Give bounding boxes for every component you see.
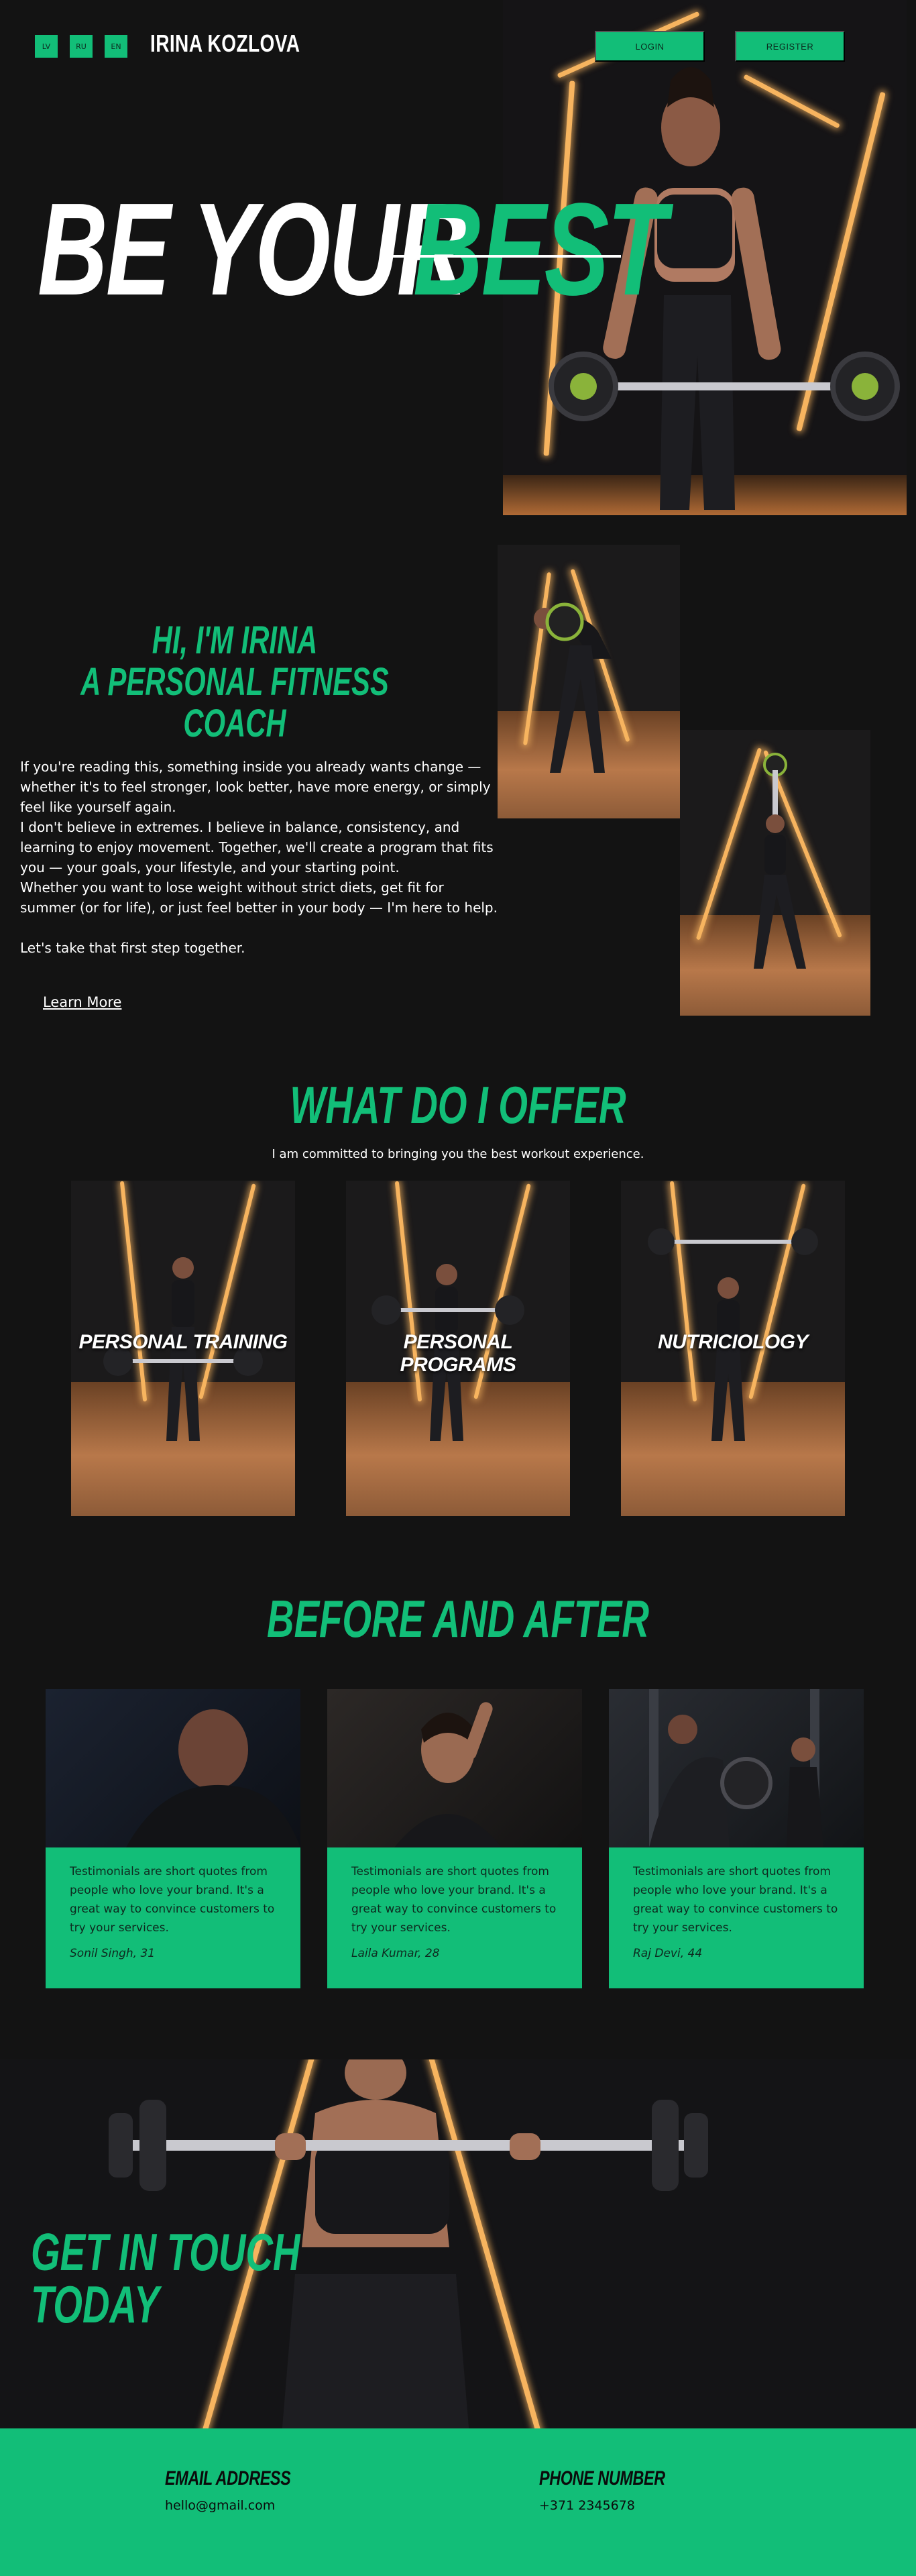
about-heading-line2: A PERSONAL FITNESS COACH — [80, 660, 389, 745]
email-block: EMAIL ADDRESS hello@gmail.com — [165, 2467, 326, 2513]
testimonial-card-3: Testimonials are short quotes from peopl… — [609, 1847, 864, 1988]
contact-heading-line1: GET IN TOUCH — [31, 2222, 300, 2282]
contact-heading: GET IN TOUCH TODAY — [31, 2226, 405, 2330]
hero-title-green: BEST — [413, 176, 667, 323]
offer-subheading: I am committed to bringing you the best … — [272, 1147, 644, 1161]
hero-title-white: BE YOUR — [38, 176, 467, 323]
about-paragraph-2: I don't believe in extremes. I believe i… — [20, 819, 494, 875]
testimonial-text: Testimonials are short quotes from peopl… — [351, 1865, 557, 1935]
offer-card-nutriciology[interactable]: NUTRICIOLOGY — [621, 1181, 845, 1516]
testimonial-author: Raj Devi, 44 — [633, 1947, 703, 1960]
offer-card-personal-training[interactable]: PERSONAL TRAINING — [71, 1181, 295, 1516]
hero-title: BE YOUR BEST — [38, 176, 667, 323]
email-label: EMAIL ADDRESS — [165, 2467, 291, 2489]
offer-heading: WHAT DO I OFFER — [290, 1075, 626, 1134]
testimonial-photo-1 — [46, 1689, 300, 1847]
lang-en-button[interactable]: EN — [105, 35, 127, 58]
testimonial-card-2: Testimonials are short quotes from peopl… — [327, 1847, 582, 1988]
about-paragraph-3: Whether you want to lose weight without … — [20, 879, 498, 916]
about-photo-2 — [680, 730, 870, 1016]
about-paragraph-1: If you're reading this, something inside… — [20, 759, 491, 815]
lang-lv-button[interactable]: LV — [35, 35, 58, 58]
about-paragraph-4: Let's take that first step together. — [20, 940, 245, 956]
language-switcher: LV RU EN — [35, 35, 127, 58]
lang-ru-button[interactable]: RU — [70, 35, 93, 58]
phone-label: PHONE NUMBER — [539, 2467, 665, 2489]
login-button[interactable]: LOGIN — [595, 31, 705, 62]
email-link[interactable]: hello@gmail.com — [165, 2498, 326, 2513]
testimonial-card-1: Testimonials are short quotes from peopl… — [46, 1847, 300, 1988]
testimonial-author: Laila Kumar, 28 — [351, 1947, 440, 1960]
testimonial-text: Testimonials are short quotes from peopl… — [70, 1865, 275, 1935]
phone-link[interactable]: +371 2345678 — [539, 2498, 701, 2513]
offer-card-personal-programs[interactable]: PERSONAL PROGRAMS — [346, 1181, 570, 1516]
contact-footer: EMAIL ADDRESS hello@gmail.com PHONE NUMB… — [0, 2428, 916, 2576]
hero-strike-line — [380, 255, 621, 258]
phone-block: PHONE NUMBER +371 2345678 — [539, 2467, 701, 2513]
offer-card-title: NUTRICIOLOGY — [658, 1331, 809, 1353]
offer-card-title: PERSONAL TRAINING — [78, 1331, 288, 1353]
brand-name[interactable]: IRINA KOZLOVA — [150, 30, 300, 58]
about-photo-1 — [498, 545, 680, 818]
testimonial-photo-2 — [327, 1689, 582, 1847]
testimonial-text: Testimonials are short quotes from peopl… — [633, 1865, 838, 1935]
before-after-heading: BEFORE AND AFTER — [267, 1589, 649, 1648]
testimonial-author: Sonil Singh, 31 — [70, 1947, 156, 1960]
about-heading: HI, I'M IRINA A PERSONAL FITNESS COACH — [20, 620, 449, 745]
about-heading-line1: HI, I'M IRINA — [152, 619, 318, 662]
contact-heading-line2: TODAY — [31, 2275, 160, 2334]
offer-card-title: PERSONAL PROGRAMS — [400, 1331, 516, 1376]
testimonial-photo-3 — [609, 1689, 864, 1847]
about-text: If you're reading this, something inside… — [20, 757, 503, 958]
learn-more-link[interactable]: Learn More — [43, 994, 121, 1010]
register-button[interactable]: REGISTER — [735, 31, 845, 62]
